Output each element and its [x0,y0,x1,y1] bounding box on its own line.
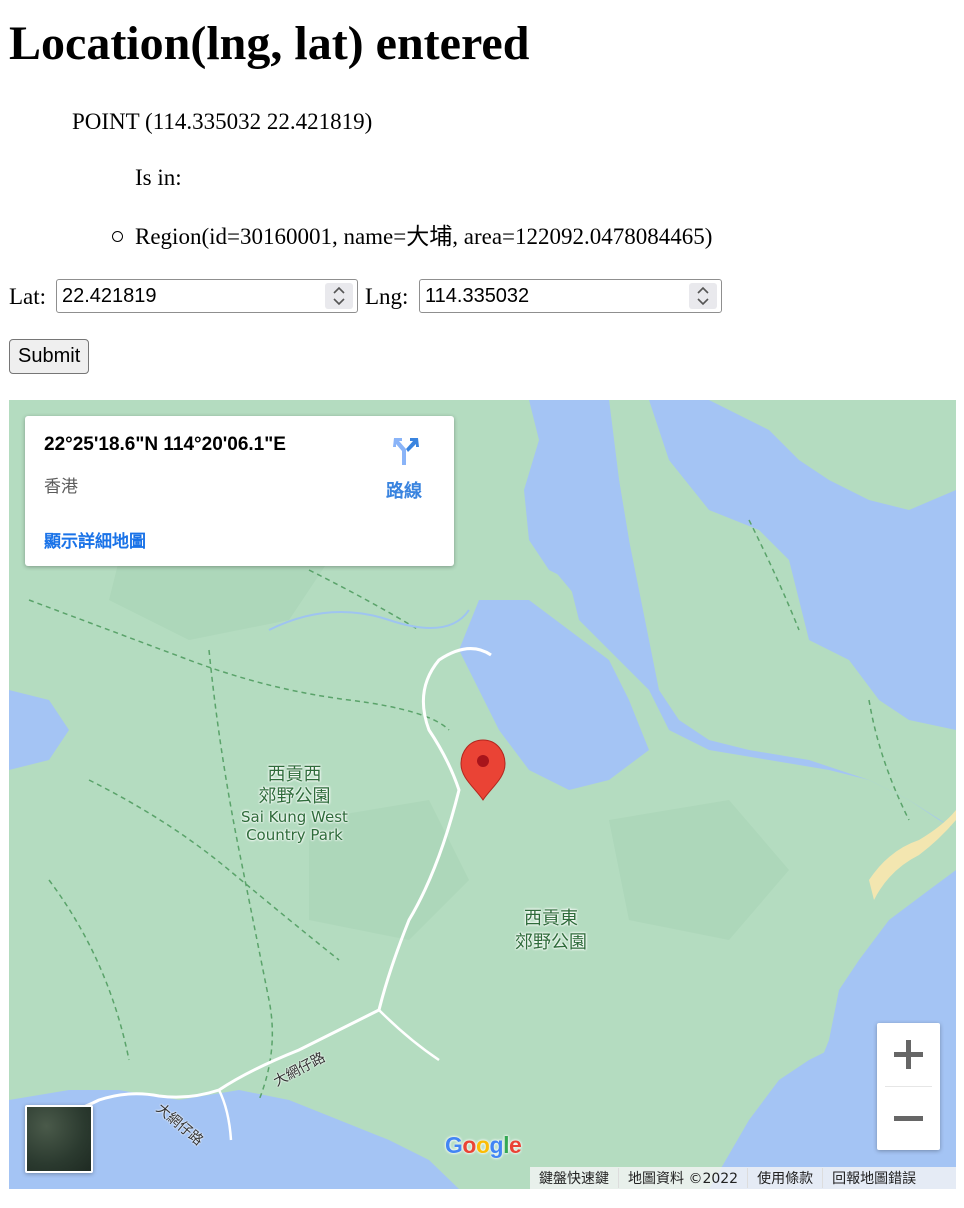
spinner-arrows-icon [333,286,345,306]
zoom-out-button[interactable] [877,1087,940,1150]
lat-spinner[interactable] [325,283,353,309]
lat-label: Lat: [9,284,47,309]
land-north-east [709,400,956,510]
lng-spinner[interactable] [689,283,717,309]
park-west-label: 西貢西 郊野公園 Sai Kung West Country Park [241,764,348,844]
place-name: 香港 [44,477,78,496]
map-data-text: 地圖資料 ©2022 [619,1168,749,1188]
map-attribution-bar: 鍵盤快速鍵 地圖資料 ©2022 使用條款 回報地圖錯誤 [530,1167,956,1189]
zoom-in-button[interactable] [877,1023,940,1086]
satellite-toggle-button[interactable] [25,1105,93,1173]
minus-icon [894,1116,923,1121]
lng-label: Lng: [365,284,409,309]
park-east-label: 西貢東 郊野公園 [515,908,587,953]
google-logo: Google [445,1132,522,1158]
region-list-item: Region(id=30160001, name=大埔, area=122092… [135,224,713,249]
point-text: POINT (114.335032 22.421819) [72,109,373,134]
place-info-card: 22°25'18.6"N 114°20'06.1"E 香港 顯示詳細地圖 路線 [25,416,454,566]
list-bullet [112,231,123,242]
coordinates-text: 22°25'18.6"N 114°20'06.1"E [44,434,286,455]
lat-input[interactable]: 22.421819 [56,279,358,313]
zoom-controls [877,1023,940,1150]
terms-link[interactable]: 使用條款 [748,1168,824,1188]
is-in-label: Is in: [135,165,182,190]
view-larger-map-link[interactable]: 顯示詳細地圖 [44,527,146,552]
lat-input-value: 22.421819 [62,285,157,307]
spinner-arrows-icon [697,286,709,306]
page-title: Location(lng, lat) entered [9,17,530,70]
lng-input-value: 114.335032 [425,285,530,307]
map[interactable]: 西貢西 郊野公園 Sai Kung West Country Park 西貢東 … [9,400,956,1189]
report-error-link[interactable]: 回報地圖錯誤 [823,1168,925,1188]
keyboard-shortcuts-link[interactable]: 鍵盤快速鍵 [530,1168,619,1188]
submit-button[interactable]: Submit [9,339,90,374]
directions-icon[interactable] [391,435,421,467]
lng-input[interactable]: 114.335032 [419,279,722,313]
directions-link[interactable]: 路線 [386,477,422,503]
